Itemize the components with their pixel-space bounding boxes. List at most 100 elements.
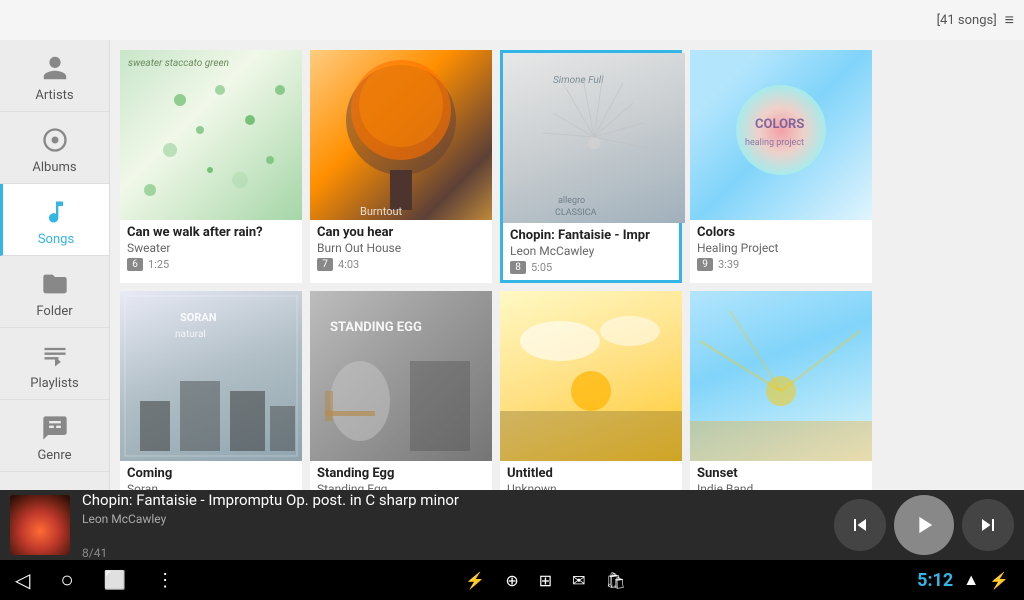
- menu-dots-button[interactable]: ⋮: [156, 570, 174, 591]
- album-artist-8: Indie Band: [697, 482, 865, 490]
- album-thumb-5: SORAN natural: [120, 291, 302, 461]
- track-num-4: 9: [697, 258, 713, 271]
- svg-text:allegro: allegro: [558, 196, 585, 206]
- album-duration-3: 5:05: [531, 261, 552, 274]
- next-button[interactable]: [962, 499, 1014, 551]
- playlists-label: Playlists: [30, 376, 78, 391]
- top-bar: [41 songs] ≡: [0, 0, 1024, 40]
- svg-text:healing project: healing project: [745, 138, 804, 148]
- album-meta-2: 7 4:03: [317, 258, 485, 271]
- prev-button[interactable]: [834, 499, 886, 551]
- svg-text:COLORS: COLORS: [755, 117, 804, 132]
- album-card-1[interactable]: sweater staccato green Can we walk after: [120, 50, 302, 283]
- album-title-2: Can you hear: [317, 225, 485, 240]
- genre-icon: [37, 410, 73, 446]
- songs-label: Songs: [38, 232, 74, 247]
- album-title-3: Chopin: Fantaisie - Impr: [510, 228, 672, 243]
- album-title-7: Untitled: [507, 466, 675, 481]
- sidebar-item-playlists[interactable]: Playlists: [0, 328, 109, 400]
- album-info-5: Coming Soran 10 3:28: [120, 461, 302, 490]
- album-title-6: Standing Egg: [317, 466, 485, 481]
- playlists-icon: [37, 338, 73, 374]
- album-card-3[interactable]: Simone Full allegro CLASSICA: [500, 50, 682, 283]
- sidebar-item-folder[interactable]: Folder: [0, 256, 109, 328]
- back-button[interactable]: ◁: [15, 568, 30, 592]
- system-nav: ◁ ○ ⬜ ⋮: [15, 567, 174, 593]
- menu-icon[interactable]: ≡: [1005, 10, 1014, 30]
- battery-icon: ⚡: [989, 571, 1009, 590]
- album-meta-3: 8 5:05: [510, 261, 672, 274]
- album-card-2[interactable]: Burntout House Can you hear Burn Out Hou…: [310, 50, 492, 283]
- svg-text:SORAN: SORAN: [180, 311, 217, 324]
- album-title-1: Can we walk after rain?: [127, 225, 295, 240]
- svg-text:natural: natural: [175, 329, 206, 340]
- album-thumb-8: [690, 291, 872, 461]
- svg-text:Simone Full: Simone Full: [553, 75, 604, 86]
- folder-label: Folder: [36, 304, 72, 319]
- album-thumb-3: Simone Full allegro CLASSICA: [503, 53, 685, 223]
- album-info-3: Chopin: Fantaisie - Impr Leon McCawley 8…: [503, 223, 679, 280]
- album-artist-4: Healing Project: [697, 241, 865, 255]
- system-status-center: ⚡ ⊕ ⊞ ✉ 🛍: [465, 571, 625, 590]
- album-artist-3: Leon McCawley: [510, 244, 672, 258]
- svg-text:STANDING EGG: STANDING EGG: [330, 320, 422, 335]
- album-card-5[interactable]: SORAN natural Coming Soran 10 3:28: [120, 291, 302, 490]
- player-artist: Leon McCawley: [82, 512, 822, 526]
- album-card-7[interactable]: Untitled Unknown 12 4:20: [500, 291, 682, 490]
- sidebar-item-songs[interactable]: Songs: [0, 184, 109, 256]
- album-thumb-1: sweater staccato green: [120, 50, 302, 220]
- player-title: Chopin: Fantaisie - Impromptu Op. post. …: [82, 491, 822, 509]
- album-title-5: Coming: [127, 466, 295, 481]
- play-button[interactable]: [894, 495, 954, 555]
- artists-icon: [37, 50, 73, 86]
- album-artist-1: Sweater: [127, 241, 295, 255]
- songs-count-label: [41 songs]: [937, 13, 997, 28]
- grid-icon: ⊞: [539, 571, 552, 590]
- album-duration-1: 1:25: [148, 258, 169, 271]
- album-info-6: Standing Egg Standing Egg 11 3:15: [310, 461, 492, 490]
- album-card-6[interactable]: STANDING EGG Standing Egg Standing Egg 1…: [310, 291, 492, 490]
- album-info-4: Colors Healing Project 9 3:39: [690, 220, 872, 277]
- shopping-icon: 🛍: [606, 571, 626, 590]
- album-artist-2: Burn Out House: [317, 241, 485, 255]
- album-title-8: Sunset: [697, 466, 865, 481]
- album-artist-7: Unknown: [507, 482, 675, 490]
- player-controls: [834, 495, 1014, 555]
- system-bar: ◁ ○ ⬜ ⋮ ⚡ ⊕ ⊞ ✉ 🛍 5:12 ▲ ⚡: [0, 560, 1024, 600]
- folder-icon: [37, 266, 73, 302]
- sidebar: Artists Albums Songs Folder Playlists: [0, 40, 110, 490]
- album-artist-6: Standing Egg: [317, 482, 485, 490]
- albums-icon: [37, 122, 73, 158]
- genre-label: Genre: [37, 448, 71, 463]
- album-card-8[interactable]: Sunset Indie Band 13 3:55: [690, 291, 872, 490]
- sidebar-item-artists[interactable]: Artists: [0, 40, 109, 112]
- albums-label: Albums: [32, 160, 76, 175]
- svg-text:CLASSICA: CLASSICA: [555, 208, 597, 218]
- home-button[interactable]: ○: [60, 567, 73, 593]
- wifi-icon: ▲: [963, 570, 979, 590]
- album-thumb-4: COLORS healing project: [690, 50, 872, 220]
- album-duration-4: 3:39: [718, 258, 739, 271]
- recents-button[interactable]: ⬜: [104, 570, 126, 591]
- album-thumb-6: STANDING EGG: [310, 291, 492, 461]
- album-title-4: Colors: [697, 225, 865, 240]
- album-card-4[interactable]: COLORS healing project Colors Healing Pr…: [690, 50, 872, 283]
- album-thumb-7: [500, 291, 682, 461]
- player-bar: Chopin: Fantaisie - Impromptu Op. post. …: [0, 490, 1024, 560]
- artists-label: Artists: [35, 88, 73, 103]
- email-icon: ✉: [572, 571, 585, 590]
- sidebar-item-genre[interactable]: Genre: [0, 400, 109, 472]
- track-num-3: 8: [510, 261, 526, 274]
- player-info: Chopin: Fantaisie - Impromptu Op. post. …: [82, 491, 822, 560]
- album-meta-1: 6 1:25: [127, 258, 295, 271]
- album-info-1: Can we walk after rain? Sweater 6 1:25: [120, 220, 302, 277]
- location-icon: ⊕: [505, 571, 518, 590]
- album-info-8: Sunset Indie Band 13 3:55: [690, 461, 872, 490]
- track-num-2: 7: [317, 258, 333, 271]
- album-thumb-2: Burntout House: [310, 50, 492, 220]
- svg-text:House: House: [367, 218, 399, 220]
- player-thumbnail: [10, 495, 70, 555]
- sidebar-item-albums[interactable]: Albums: [0, 112, 109, 184]
- player-track-count: 8/41: [82, 546, 822, 560]
- track-num-1: 6: [127, 258, 143, 271]
